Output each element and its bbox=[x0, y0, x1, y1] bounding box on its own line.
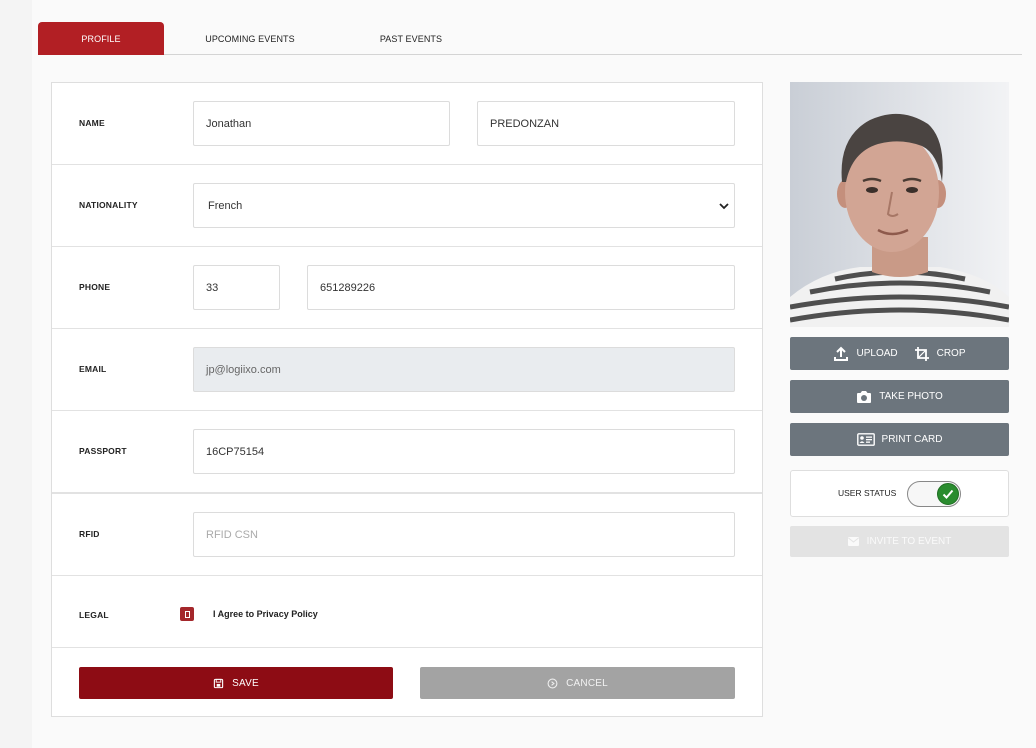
upload-icon bbox=[834, 346, 849, 361]
print-card-label: PRINT CARD bbox=[881, 434, 943, 445]
name-label: NAME bbox=[79, 118, 105, 128]
profile-form: NAME Jonathan PREDONZAN NATIONALITY Fren… bbox=[51, 82, 763, 717]
envelope-icon bbox=[847, 537, 859, 546]
upload-button[interactable]: UPLOAD bbox=[833, 346, 898, 362]
rfid-input[interactable]: RFID CSN bbox=[193, 512, 735, 557]
crop-button[interactable]: CROP bbox=[914, 346, 966, 362]
check-icon bbox=[937, 483, 959, 505]
phone-row: PHONE 33 651289226 bbox=[52, 247, 762, 329]
email-input: jp@logiixo.com bbox=[193, 347, 735, 392]
legal-row: LEGAL bbox=[52, 576, 762, 648]
tab-bar: PROFILE UPCOMING EVENTS PAST EVENTS bbox=[38, 22, 1022, 55]
save-button[interactable]: SAVE bbox=[79, 667, 393, 699]
passport-input[interactable]: 16CP75154 bbox=[193, 429, 735, 474]
profile-photo-image bbox=[790, 82, 1009, 327]
cancel-button[interactable]: CANCEL bbox=[420, 667, 735, 699]
take-photo-button[interactable]: TAKE PHOTO bbox=[790, 380, 1009, 413]
invite-label: INVITE TO EVENT bbox=[866, 536, 952, 547]
rfid-label: RFID bbox=[79, 529, 100, 539]
checkbox-mark-icon bbox=[184, 610, 190, 618]
name-row: NAME Jonathan PREDONZAN bbox=[52, 83, 762, 165]
tab-upcoming-events[interactable]: UPCOMING EVENTS bbox=[188, 22, 312, 55]
email-row: EMAIL jp@logiixo.com bbox=[52, 329, 762, 411]
first-name-input[interactable]: Jonathan bbox=[193, 101, 450, 146]
tab-past-events[interactable]: PAST EVENTS bbox=[358, 22, 464, 55]
user-status-label: USER STATUS bbox=[838, 488, 897, 498]
id-card-icon bbox=[856, 433, 875, 446]
profile-photo bbox=[790, 82, 1009, 327]
privacy-policy-label: I Agree to Privacy Policy bbox=[213, 609, 318, 619]
user-status-toggle[interactable] bbox=[907, 481, 961, 507]
nationality-label: NATIONALITY bbox=[79, 200, 138, 210]
page: PROFILE UPCOMING EVENTS PAST EVENTS NAME… bbox=[32, 0, 1036, 748]
nationality-select[interactable]: French bbox=[193, 183, 735, 228]
take-photo-label: TAKE PHOTO bbox=[879, 391, 943, 402]
upload-label: UPLOAD bbox=[856, 348, 898, 359]
crop-label: CROP bbox=[936, 348, 966, 359]
nationality-row: NATIONALITY French bbox=[52, 165, 762, 247]
email-label: EMAIL bbox=[79, 364, 107, 374]
print-card-button[interactable]: PRINT CARD bbox=[790, 423, 1009, 456]
save-icon bbox=[213, 678, 224, 688]
tab-profile[interactable]: PROFILE bbox=[38, 22, 164, 55]
passport-row: PASSPORT 16CP75154 bbox=[52, 411, 762, 494]
nationality-value: French bbox=[208, 199, 243, 212]
cancel-icon bbox=[547, 678, 558, 688]
crop-icon bbox=[914, 346, 929, 361]
save-label: SAVE bbox=[232, 677, 259, 689]
upload-crop-bar: UPLOAD CROP bbox=[790, 337, 1009, 370]
invite-to-event-button: INVITE TO EVENT bbox=[790, 526, 1009, 557]
passport-label: PASSPORT bbox=[79, 446, 127, 456]
phone-label: PHONE bbox=[79, 282, 111, 292]
phone-country-code-input[interactable]: 33 bbox=[193, 265, 280, 310]
legal-label: LEGAL bbox=[79, 610, 109, 620]
chevron-down-icon bbox=[719, 203, 729, 210]
last-name-input[interactable]: PREDONZAN bbox=[477, 101, 735, 146]
camera-icon bbox=[857, 390, 872, 403]
rfid-row: RFID RFID CSN bbox=[52, 494, 762, 576]
privacy-policy-checkbox[interactable] bbox=[180, 607, 194, 621]
cancel-label: CANCEL bbox=[566, 677, 608, 689]
user-status-panel: USER STATUS bbox=[790, 470, 1009, 517]
phone-number-input[interactable]: 651289226 bbox=[307, 265, 735, 310]
